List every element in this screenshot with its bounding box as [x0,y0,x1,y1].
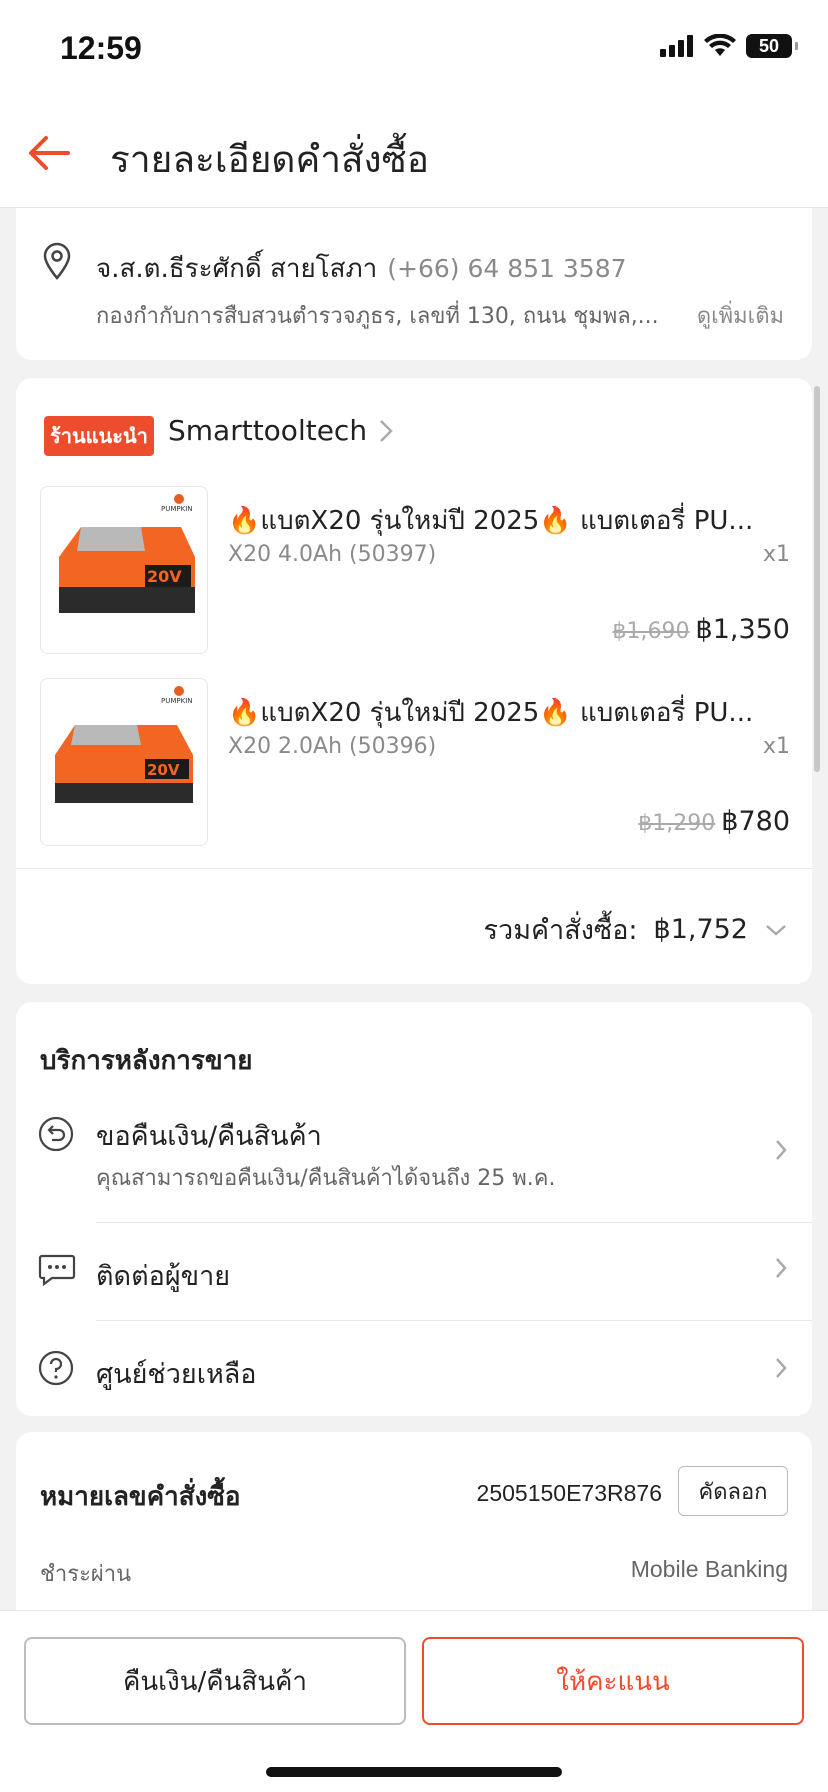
return-refund-subtitle: คุณสามารถขอคืนเงิน/คืนสินค้าได้จนถึง 25 … [96,1166,556,1191]
recipient-line: จ.ส.ต.ธีระศักดิ์ สายโสภา (+66) 64 851 358… [96,248,627,289]
return-refund-row[interactable]: ขอคืนเงิน/คืนสินค้า คุณสามารถขอคืนเงิน/ค… [16,1112,812,1224]
recipient-name: จ.ส.ต.ธีระศักดิ์ สายโสภา [96,254,378,284]
sale-price: ฿780 [721,806,790,837]
status-bar: 12:59 50 [0,0,828,100]
shop-name[interactable]: Smarttooltech [168,414,367,447]
divider [96,1222,812,1223]
home-indicator [266,1767,562,1777]
product-voltage: 20V [147,761,180,779]
chevron-down-icon[interactable] [764,923,788,937]
location-pin-icon [43,242,71,280]
after-sales-card: บริการหลังการขาย ขอคืนเงิน/คืนสินค้า คุณ… [16,1002,812,1416]
product-image[interactable]: PUMPKIN 20V [40,678,208,846]
copy-button[interactable]: คัดลอก [678,1466,788,1516]
signal-icon [660,35,693,57]
product-variant: X20 4.0Ah (50397) [228,542,437,567]
original-price: ฿1,290 [638,811,716,836]
product-title: 🔥แบตX20 รุ่นใหม่ปี 2025🔥 แบตเตอรี่ PU... [228,506,754,536]
chevron-right-icon[interactable] [774,1138,788,1162]
product-title: 🔥แบตX20 รุ่นใหม่ปี 2025🔥 แบตเตอรี่ PU... [228,698,754,728]
after-sales-heading: บริการหลังการขาย [40,1046,253,1076]
back-arrow-icon[interactable] [24,128,74,178]
help-icon [38,1350,74,1386]
divider [96,1320,812,1321]
chevron-right-icon[interactable] [774,1356,788,1380]
preferred-shop-badge: ร้านแนะนำ [44,416,154,456]
rate-button[interactable]: ให้คะแนน [422,1637,804,1725]
see-more-link[interactable]: ดูเพิ่มเติม [697,298,784,333]
contact-seller-label: ติดต่อผู้ขาย [96,1261,231,1292]
battery-level: 50 [758,35,780,56]
battery-icon: 50 [746,34,798,58]
battery-product-image: PUMPKIN 20V [59,494,195,613]
order-item[interactable]: PUMPKIN 20V 🔥แบตX20 รุ่นใหม่ปี 2025🔥 แบต… [40,486,790,656]
payment-method-label: ชำระผ่าน [40,1562,132,1587]
address-card[interactable]: จ.ส.ต.ธีระศักดิ์ สายโสภา (+66) 64 851 358… [16,208,812,360]
product-variant: X20 2.0Ah (50396) [228,734,437,759]
help-center-label: ศูนย์ช่วยเหลือ [96,1359,257,1390]
product-quantity: x1 [762,734,790,759]
status-icons: 50 [660,34,798,58]
scrollbar[interactable] [814,386,820,772]
order-number-label: หมายเลขคำสั่งซื้อ [40,1482,241,1512]
wifi-icon [704,34,736,56]
contact-seller-row[interactable]: ติดต่อผู้ขาย [16,1224,812,1322]
refund-return-button[interactable]: คืนเงิน/คืนสินค้า [24,1637,406,1725]
product-brand: PUMPKIN [161,505,193,513]
product-voltage: 20V [147,567,182,586]
return-refund-title: ขอคืนเงิน/คืนสินค้า [96,1121,322,1152]
chevron-right-icon[interactable] [378,418,394,444]
sale-price: ฿1,350 [695,614,790,645]
shop-card: ร้านแนะนำ Smarttooltech PUMPKIN 20V 🔥แบต… [16,378,812,984]
chevron-right-icon[interactable] [774,1256,788,1280]
order-total-value: ฿1,752 [653,914,748,945]
product-brand: PUMPKIN [161,697,193,705]
battery-product-image: PUMPKIN 20V [55,686,193,803]
status-time: 12:59 [60,30,142,66]
product-quantity: x1 [762,542,790,567]
original-price: ฿1,690 [612,619,690,644]
order-number: 2505150E73R876 [476,1480,662,1506]
address-line: กองกำกับการสืบสวนตำรวจภูธร, เลขที่ 130, … [96,304,659,329]
page-title: รายละเอียดคำสั่งซื้อ [110,138,429,181]
return-icon [38,1116,74,1152]
product-prices: ฿1,690 ฿1,350 [613,614,790,645]
bottom-action-bar: คืนเงิน/คืนสินค้า ให้คะแนน [0,1610,828,1792]
chat-bubble-icon [38,1254,76,1286]
product-prices: ฿1,290 ฿780 [638,806,790,837]
order-total[interactable]: รวมคำสั่งซื้อ: ฿1,752 [484,908,788,951]
divider [16,868,812,869]
page-header: รายละเอียดคำสั่งซื้อ [0,100,828,208]
order-item[interactable]: PUMPKIN 20V 🔥แบตX20 รุ่นใหม่ปี 2025🔥 แบต… [40,678,790,848]
help-center-row[interactable]: ศูนย์ช่วยเหลือ [16,1322,812,1412]
payment-method-value: Mobile Banking [630,1556,788,1582]
order-total-label: รวมคำสั่งซื้อ: [483,915,638,946]
recipient-phone: (+66) 64 851 3587 [387,254,627,283]
product-image[interactable]: PUMPKIN 20V [40,486,208,654]
